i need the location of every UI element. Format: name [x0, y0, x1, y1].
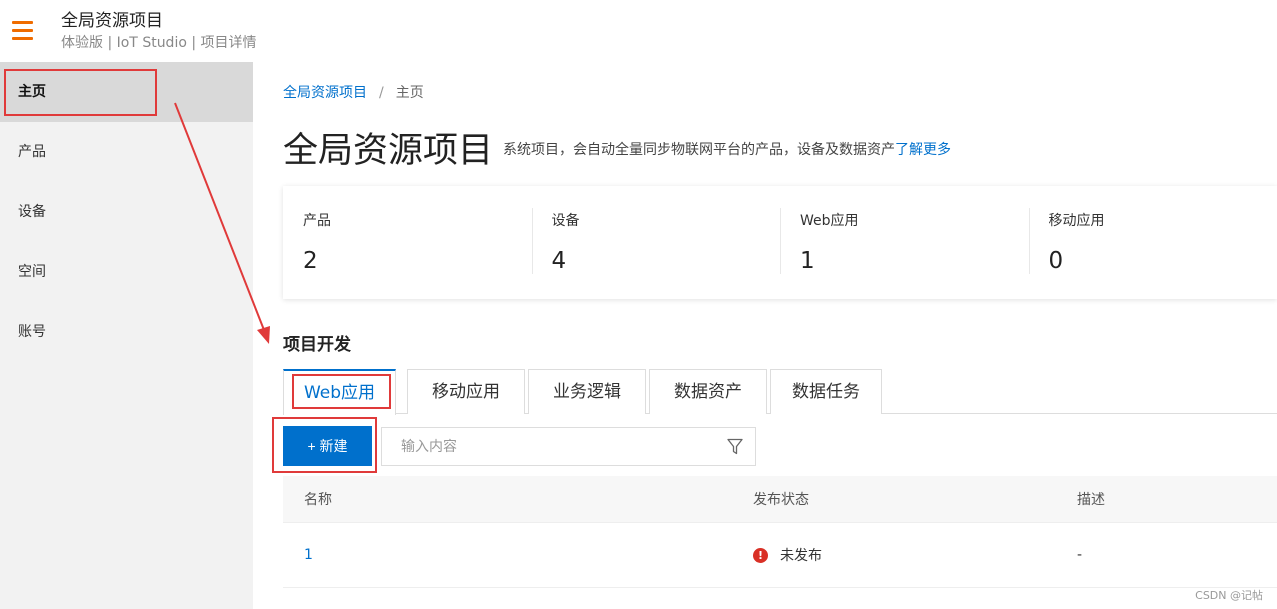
- new-button[interactable]: + 新建: [283, 426, 372, 466]
- sidebar-item-products[interactable]: 产品: [0, 122, 253, 182]
- row-description-cell: -: [1077, 547, 1083, 563]
- stat-value: 1: [800, 248, 815, 274]
- page-description: 系统项目，会自动全量同步物联网平台的产品，设备及数据资产了解更多: [503, 139, 951, 159]
- stat-value: 4: [551, 248, 567, 274]
- dev-tabs: Web应用 移动应用 业务逻辑 数据资产 数据任务: [283, 369, 1277, 415]
- page-title: 全局资源项目: [283, 131, 494, 171]
- tab-business-logic[interactable]: 业务逻辑: [528, 369, 646, 414]
- column-header-status[interactable]: 发布状态: [753, 476, 809, 522]
- error-exclamation-icon: !: [753, 547, 768, 563]
- app-name-link[interactable]: 1: [304, 547, 313, 563]
- main-content: 全局资源项目 / 主页 全局资源项目 系统项目，会自动全量同步物联网平台的产品，设备…: [253, 62, 1277, 609]
- row-status-cell: ! 未发布: [753, 523, 822, 587]
- tab-mobile-app[interactable]: 移动应用: [407, 369, 525, 414]
- tab-data-tasks[interactable]: 数据任务: [770, 369, 882, 414]
- table-row: 1 ! 未发布 -: [283, 522, 1277, 588]
- sidebar-item-accounts[interactable]: 账号: [0, 302, 253, 362]
- status-text: 未发布: [780, 548, 822, 564]
- search-box: [381, 427, 756, 466]
- breadcrumb-current: 主页: [395, 85, 424, 101]
- stats-card: 产品 2 设备 4 Web应用 1 移动应用 0: [283, 186, 1277, 299]
- stat-label: 产品: [303, 213, 331, 229]
- breadcrumb-root-link[interactable]: 全局资源项目: [283, 85, 367, 101]
- top-header: 全局资源项目 体验版 | IoT Studio | 项目详情: [0, 0, 1277, 62]
- apps-table: 名称 发布状态 描述 1 ! 未发布 -: [283, 476, 1277, 588]
- breadcrumb: 全局资源项目 / 主页: [283, 82, 424, 102]
- section-title-project-dev: 项目开发: [283, 335, 351, 355]
- stat-devices: 设备 4: [531, 186, 781, 299]
- column-header-name[interactable]: 名称: [304, 476, 332, 522]
- app-title: 全局资源项目: [61, 11, 163, 31]
- stat-mobile-apps: 移动应用 0: [1028, 186, 1277, 299]
- page-description-text: 系统项目，会自动全量同步物联网平台的产品，设备及数据资产: [503, 142, 895, 158]
- sidebar-item-spaces[interactable]: 空间: [0, 242, 253, 302]
- row-name-cell: 1: [304, 523, 313, 587]
- hamburger-menu-icon[interactable]: [12, 21, 33, 40]
- tab-data-assets[interactable]: 数据资产: [649, 369, 767, 414]
- watermark: CSDN @记帖: [1195, 589, 1263, 602]
- stat-label: Web应用: [800, 213, 859, 229]
- sidebar: 主页 产品 设备 空间 账号: [0, 62, 253, 609]
- sidebar-item-devices[interactable]: 设备: [0, 182, 253, 242]
- stat-label: 设备: [551, 213, 580, 229]
- sidebar-item-home[interactable]: 主页: [0, 62, 253, 122]
- tab-web-app[interactable]: Web应用: [283, 369, 396, 415]
- search-input[interactable]: [382, 428, 712, 465]
- stat-value: 0: [1048, 248, 1064, 274]
- stat-products: 产品 2: [283, 186, 532, 299]
- table-header: 名称 发布状态 描述: [283, 476, 1277, 522]
- learn-more-link[interactable]: 了解更多: [895, 142, 951, 158]
- stat-value: 2: [303, 248, 318, 274]
- stat-web-apps: Web应用 1: [780, 186, 1029, 299]
- breadcrumb-separator: /: [379, 85, 384, 101]
- filter-funnel-icon[interactable]: [727, 438, 743, 456]
- stat-label: 移动应用: [1048, 213, 1105, 229]
- column-header-description[interactable]: 描述: [1077, 476, 1105, 522]
- app-subtitle: 体验版 | IoT Studio | 项目详情: [61, 35, 257, 51]
